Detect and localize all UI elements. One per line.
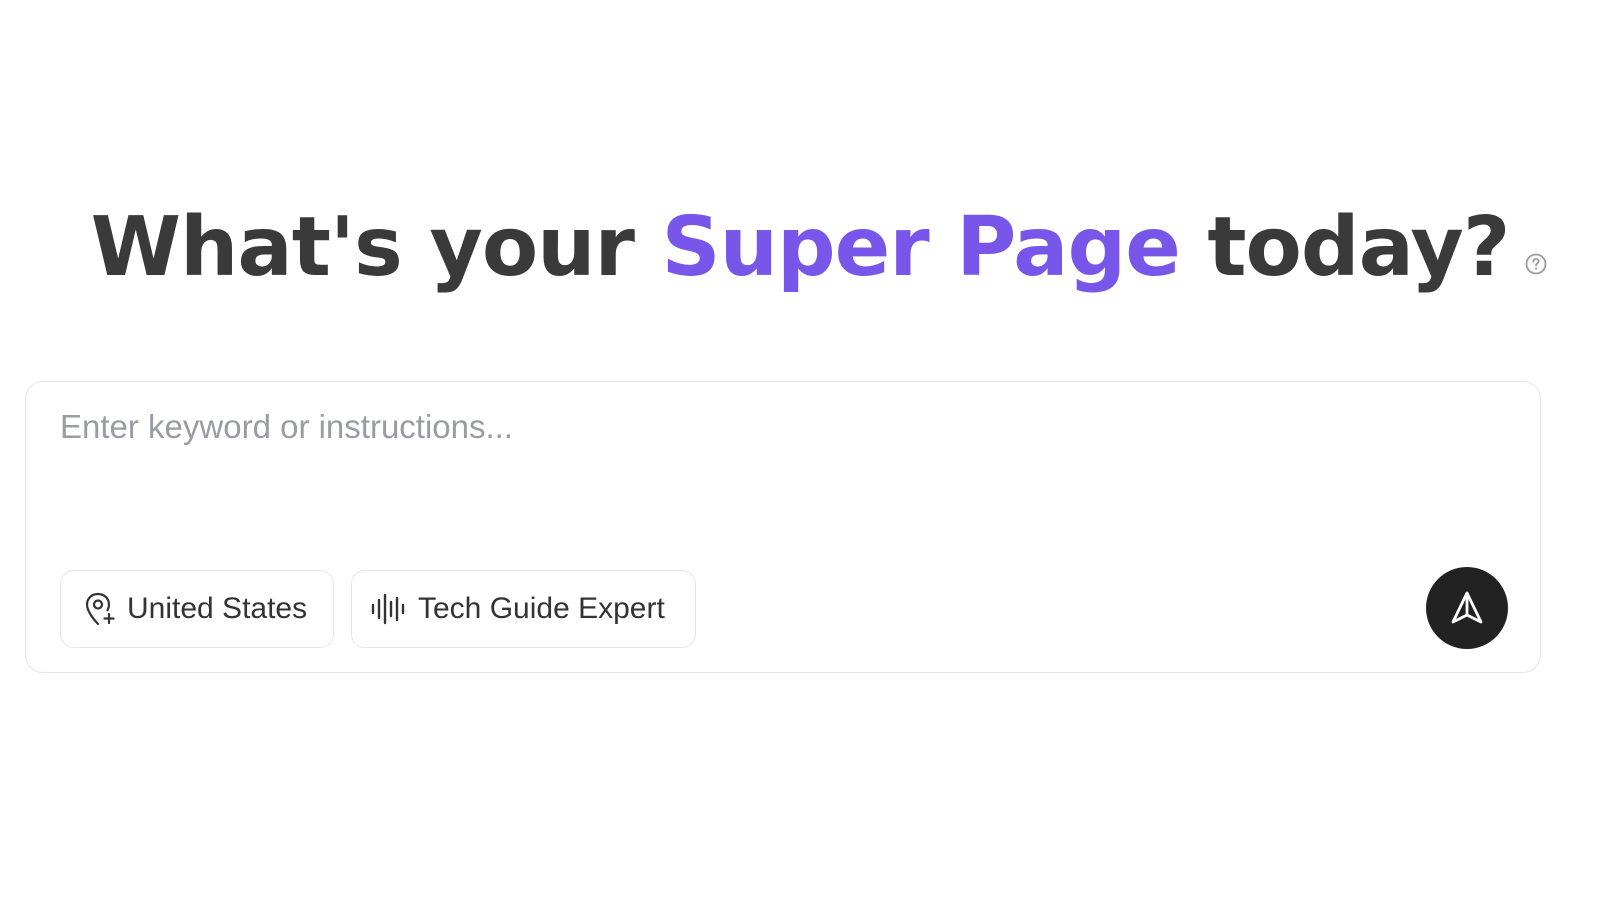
hero: What's your Super Page today?	[0, 198, 1600, 298]
title-prefix: What's your	[90, 200, 662, 295]
send-button[interactable]	[1426, 567, 1508, 649]
location-pin-plus-icon	[83, 591, 117, 627]
prompt-composer: United States Tech Guide Expert	[25, 381, 1541, 673]
page-title: What's your Super Page today?	[90, 198, 1547, 298]
title-suffix: today?	[1179, 200, 1510, 295]
title-highlight: Super Page	[661, 200, 1181, 295]
voice-selector[interactable]: Tech Guide Expert	[351, 570, 696, 648]
page: What's your Super Page today? United Sta…	[0, 0, 1600, 900]
send-arrow-icon	[1447, 588, 1487, 628]
question-circle-icon[interactable]	[1525, 198, 1547, 275]
location-label: United States	[127, 592, 308, 625]
location-selector[interactable]: United States	[60, 570, 334, 648]
audio-waveform-icon	[370, 592, 408, 626]
voice-label: Tech Guide Expert	[418, 592, 665, 625]
keyword-input[interactable]	[60, 404, 1500, 524]
